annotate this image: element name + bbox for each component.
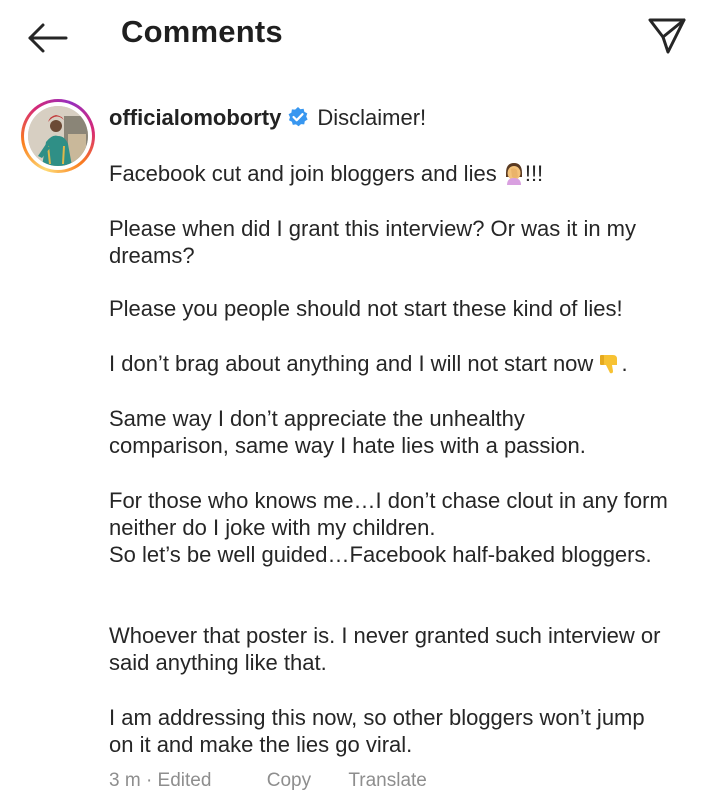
avatar[interactable] [21,99,95,173]
comment-first-line-text: Disclaimer! [317,105,427,130]
comment-line: For those who knows me…I don’t chase clo… [109,488,668,567]
comment-line: Same way I don’t appreciate the unhealth… [109,406,586,458]
comment-username[interactable]: officialomoborty [109,105,281,130]
comment-line: Facebook cut and join bloggers and lies … [109,161,544,186]
translate-button[interactable]: Translate [348,770,427,792]
page-title: Comments [121,14,283,49]
verified-badge-icon [288,107,308,127]
comment-line: Whoever that poster is. I never granted … [109,623,661,675]
paper-plane-icon [648,18,686,54]
header-bar: Comments [0,0,720,72]
comment-line: I am addressing this now, so other blogg… [109,705,645,757]
comment-header-line: officialomoborty Disclaimer! [109,103,699,133]
comment-line: I don’t brag about anything and I will n… [109,351,628,376]
comment-footer: 3 m · Edited Copy Translate [109,770,427,792]
comment-line: Please you people should not start these… [109,296,623,321]
arrow-left-icon [28,23,68,53]
comment: officialomoborty Disclaimer! Facebook cu… [109,103,699,757]
thumbs-down-emoji [600,355,618,374]
comment-timestamp: 3 m · Edited [109,770,212,791]
copy-button[interactable]: Copy [267,770,311,792]
back-button[interactable] [26,20,70,56]
share-button[interactable] [646,14,688,56]
comment-line: Please when did I grant this interview? … [109,216,637,268]
profile-picture [28,106,88,166]
woman-facepalming-emoji [505,163,522,185]
avatar-photo [28,106,88,166]
